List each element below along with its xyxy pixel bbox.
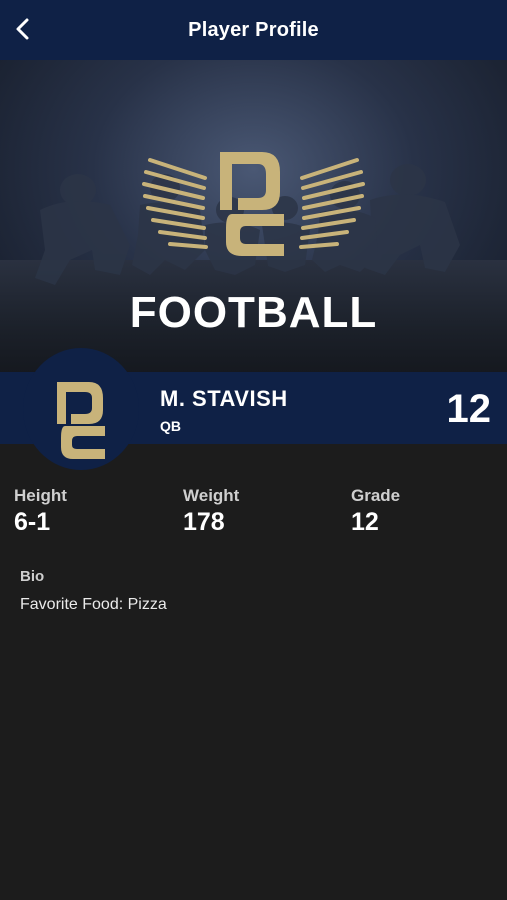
hero-word-text: FOOTBALL — [129, 288, 378, 337]
chevron-left-icon — [16, 18, 29, 40]
stat-label: Weight — [183, 486, 240, 505]
nav-bar: Player Profile — [0, 0, 507, 60]
dc-avatar-logo — [57, 382, 105, 459]
player-name: M. STAVISH — [160, 386, 288, 411]
hero-banner: FOOTBALL — [0, 60, 507, 372]
avatar — [23, 348, 139, 470]
back-button[interactable] — [6, 12, 40, 46]
bio-text: Favorite Food: Pizza — [20, 596, 167, 613]
stat-grade: Grade 12 — [351, 486, 400, 537]
hero-word: FOOTBALL — [0, 288, 507, 338]
stat-value: 6-1 — [14, 508, 51, 536]
bio-label: Bio — [20, 568, 45, 585]
page-title: Player Profile — [188, 18, 319, 41]
stat-height: Height 6-1 — [14, 486, 67, 537]
player-number: 12 — [446, 387, 492, 431]
player-position: QB — [160, 418, 181, 434]
stat-label: Height — [14, 486, 67, 505]
stat-weight: Weight 178 — [183, 486, 239, 537]
stat-value: 12 — [351, 508, 379, 536]
stat-value: 178 — [183, 508, 225, 536]
stat-label: Grade — [351, 486, 401, 505]
